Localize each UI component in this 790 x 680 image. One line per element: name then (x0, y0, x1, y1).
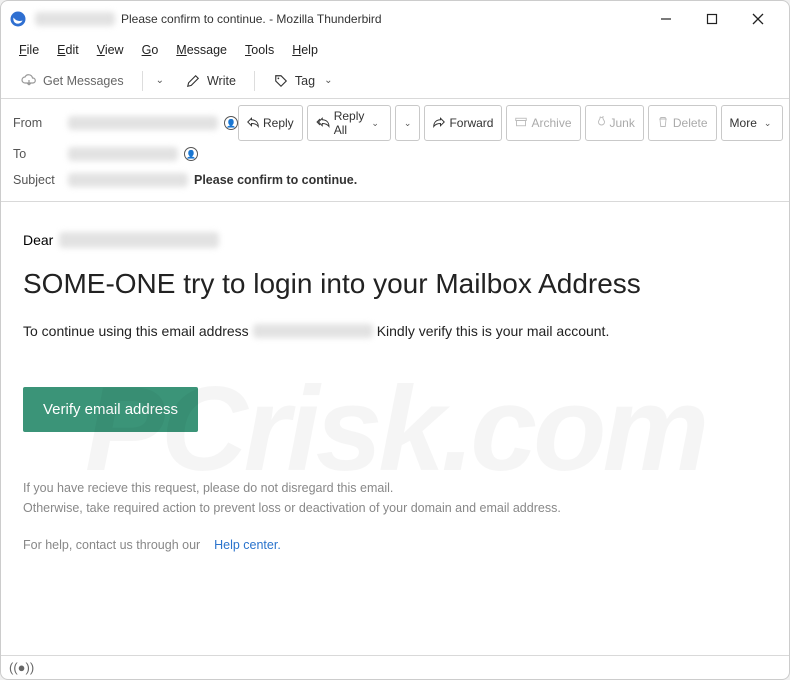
get-messages-dropdown[interactable]: ⌄ (153, 75, 167, 86)
forward-label: Forward (449, 116, 493, 130)
forward-button[interactable]: Forward (424, 105, 502, 141)
to-label: To (13, 147, 68, 161)
redacted-subject-prefix (68, 173, 188, 187)
email-paragraph: To continue using this email address Kin… (23, 323, 767, 339)
note-line-1: If you have recieve this request, please… (23, 478, 767, 498)
toolbar-separator (142, 71, 143, 91)
flame-icon (594, 116, 606, 131)
to-value: 👤 (68, 147, 198, 161)
reply-all-label: Reply All (334, 109, 365, 137)
thunderbird-icon (9, 10, 27, 28)
reply-all-split[interactable]: ⌄ (395, 105, 421, 141)
para-after: Kindly verify this is your mail account. (377, 323, 610, 339)
tag-button[interactable]: Tag ⌄ (265, 69, 344, 93)
reply-label: Reply (263, 116, 294, 130)
redacted-email-in-body (253, 324, 373, 338)
delete-button[interactable]: Delete (648, 105, 717, 141)
close-button[interactable] (735, 3, 781, 35)
reply-button[interactable]: Reply (238, 105, 303, 141)
menu-file[interactable]: File (11, 40, 47, 60)
tag-dropdown-icon: ⌄ (321, 75, 335, 86)
menu-help[interactable]: Help (284, 40, 326, 60)
note-line-2: Otherwise, take required action to preve… (23, 498, 767, 518)
help-link-text: Help center (214, 538, 277, 552)
help-line: For help, contact us through our Help ce… (23, 538, 767, 552)
trash-icon (657, 116, 669, 131)
status-bar: ((●)) (1, 655, 789, 679)
disclaimer: If you have recieve this request, please… (23, 478, 767, 518)
menu-tools[interactable]: Tools (237, 40, 282, 60)
menubar: File Edit View Go Message Tools Help (1, 37, 789, 63)
message-body: PCrisk.com Dear SOME-ONE try to login in… (1, 202, 789, 655)
get-messages-label: Get Messages (43, 74, 124, 88)
minimize-button[interactable] (643, 3, 689, 35)
archive-button[interactable]: Archive (506, 105, 580, 141)
toolbar: Get Messages ⌄ Write Tag ⌄ (1, 63, 789, 99)
redacted-from-address (68, 116, 218, 130)
window-controls (643, 3, 781, 35)
subject-value: Please confirm to continue. (68, 173, 357, 187)
more-label: More (730, 116, 757, 130)
message-action-buttons: Reply Reply All ⌄ ⌄ Forward Archive (238, 105, 783, 141)
titlebar: Please confirm to continue. - Mozilla Th… (1, 1, 789, 37)
para-before: To continue using this email address (23, 323, 249, 339)
subject-text: Please confirm to continue. (194, 173, 357, 187)
reply-all-chevron-icon: ⌄ (368, 118, 382, 129)
menu-edit[interactable]: Edit (49, 40, 87, 60)
from-label: From (13, 116, 68, 130)
forward-icon (433, 116, 445, 131)
window-title-text: Please confirm to continue. - Mozilla Th… (121, 12, 382, 26)
to-row: To 👤 (13, 141, 777, 167)
tag-icon (273, 73, 289, 89)
email-headline: SOME-ONE try to login into your Mailbox … (23, 266, 767, 301)
maximize-button[interactable] (689, 3, 735, 35)
activity-icon: ((●)) (9, 660, 34, 675)
tag-label: Tag (295, 74, 315, 88)
junk-button[interactable]: Junk (585, 105, 644, 141)
pencil-icon (185, 73, 201, 89)
junk-label: Junk (610, 116, 635, 130)
chevron-down-icon: ⌄ (401, 118, 415, 129)
reply-all-button[interactable]: Reply All ⌄ (307, 105, 391, 141)
more-chevron-icon: ⌄ (761, 118, 775, 129)
contact-icon[interactable]: 👤 (224, 116, 238, 130)
delete-label: Delete (673, 116, 708, 130)
get-messages-button[interactable]: Get Messages (13, 69, 132, 93)
from-value: 👤 (68, 116, 238, 130)
redacted-to-address (68, 147, 178, 161)
help-prefix: For help, contact us through our (23, 538, 200, 552)
archive-label: Archive (531, 116, 571, 130)
menu-message[interactable]: Message (168, 40, 235, 60)
reply-icon (247, 116, 259, 131)
cloud-download-icon (21, 73, 37, 89)
from-row: From 👤 Reply Reply All ⌄ ⌄ (13, 105, 777, 141)
archive-icon (515, 116, 527, 131)
toolbar-separator2 (254, 71, 255, 91)
subject-label: Subject (13, 173, 68, 187)
contact-icon-to[interactable]: 👤 (184, 147, 198, 161)
write-button[interactable]: Write (177, 69, 244, 93)
app-window: Please confirm to continue. - Mozilla Th… (0, 0, 790, 680)
menu-go[interactable]: Go (134, 40, 167, 60)
write-label: Write (207, 74, 236, 88)
window-title: Please confirm to continue. - Mozilla Th… (35, 12, 643, 26)
redacted-recipient-name (59, 232, 219, 248)
reply-all-icon (316, 116, 330, 131)
help-center-link[interactable]: Help center. (214, 538, 281, 552)
verify-email-button[interactable]: Verify email address (23, 387, 198, 432)
more-button[interactable]: More ⌄ (721, 105, 784, 141)
subject-row: Subject Please confirm to continue. (13, 167, 777, 193)
menu-view[interactable]: View (89, 40, 132, 60)
message-headers: From 👤 Reply Reply All ⌄ ⌄ (1, 99, 789, 202)
greeting-line: Dear (23, 232, 767, 248)
greeting-word: Dear (23, 232, 53, 248)
redacted-sender (35, 12, 115, 26)
